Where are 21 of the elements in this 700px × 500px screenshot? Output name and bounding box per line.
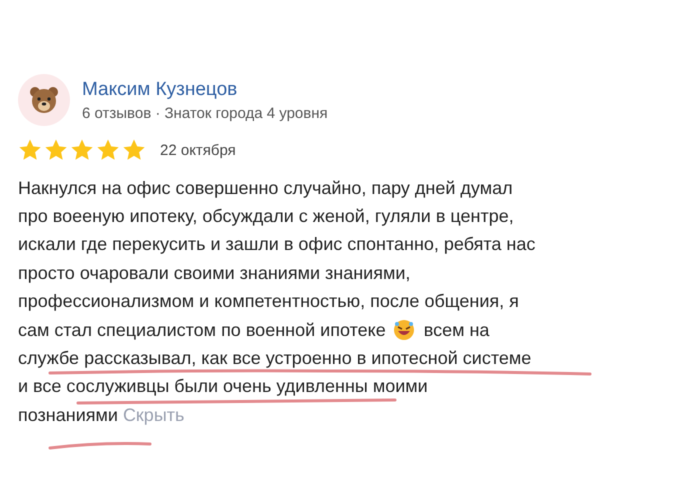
star-icon — [122, 138, 146, 162]
laughing-face-icon — [392, 319, 415, 342]
star-icon — [70, 138, 94, 162]
star-icon — [44, 138, 68, 162]
author-name[interactable]: Максим Кузнецов — [82, 78, 328, 100]
review-text-line: просто очаровали своими знаниями знаниями, — [18, 262, 410, 284]
review-text-line: профессионализмом и компетентностью, после общения, я — [18, 291, 519, 312]
review-text-line: и все сослуживцы были очень удивленны моими — [18, 376, 428, 398]
avatar[interactable] — [18, 74, 70, 126]
review-text-line: службе рассказывал, как все устроенно в ипотесной системе — [18, 348, 532, 370]
review-text-line: познаниями — [18, 404, 118, 426]
star-icon — [18, 138, 42, 162]
review-text-line: про воееную ипотеку, обсуждали с женой, гуляли в центре, — [18, 206, 514, 228]
review-text-line: Накнулся на офис совершенно случайно, пару дней думал — [18, 178, 513, 199]
bear-icon — [29, 86, 59, 114]
star-icon — [96, 138, 120, 162]
review-date: 22 октября — [160, 142, 236, 158]
review-text-line: всем на — [424, 320, 490, 341]
author-meta: 6 отзывов · Знаток города 4 уровня — [82, 104, 328, 122]
review-text-line: искали где перекусить и зашли в офис спонтанно, ребята нас — [18, 234, 536, 256]
review-text-line: сам стал специалистом по военной ипотеке — [18, 320, 386, 341]
